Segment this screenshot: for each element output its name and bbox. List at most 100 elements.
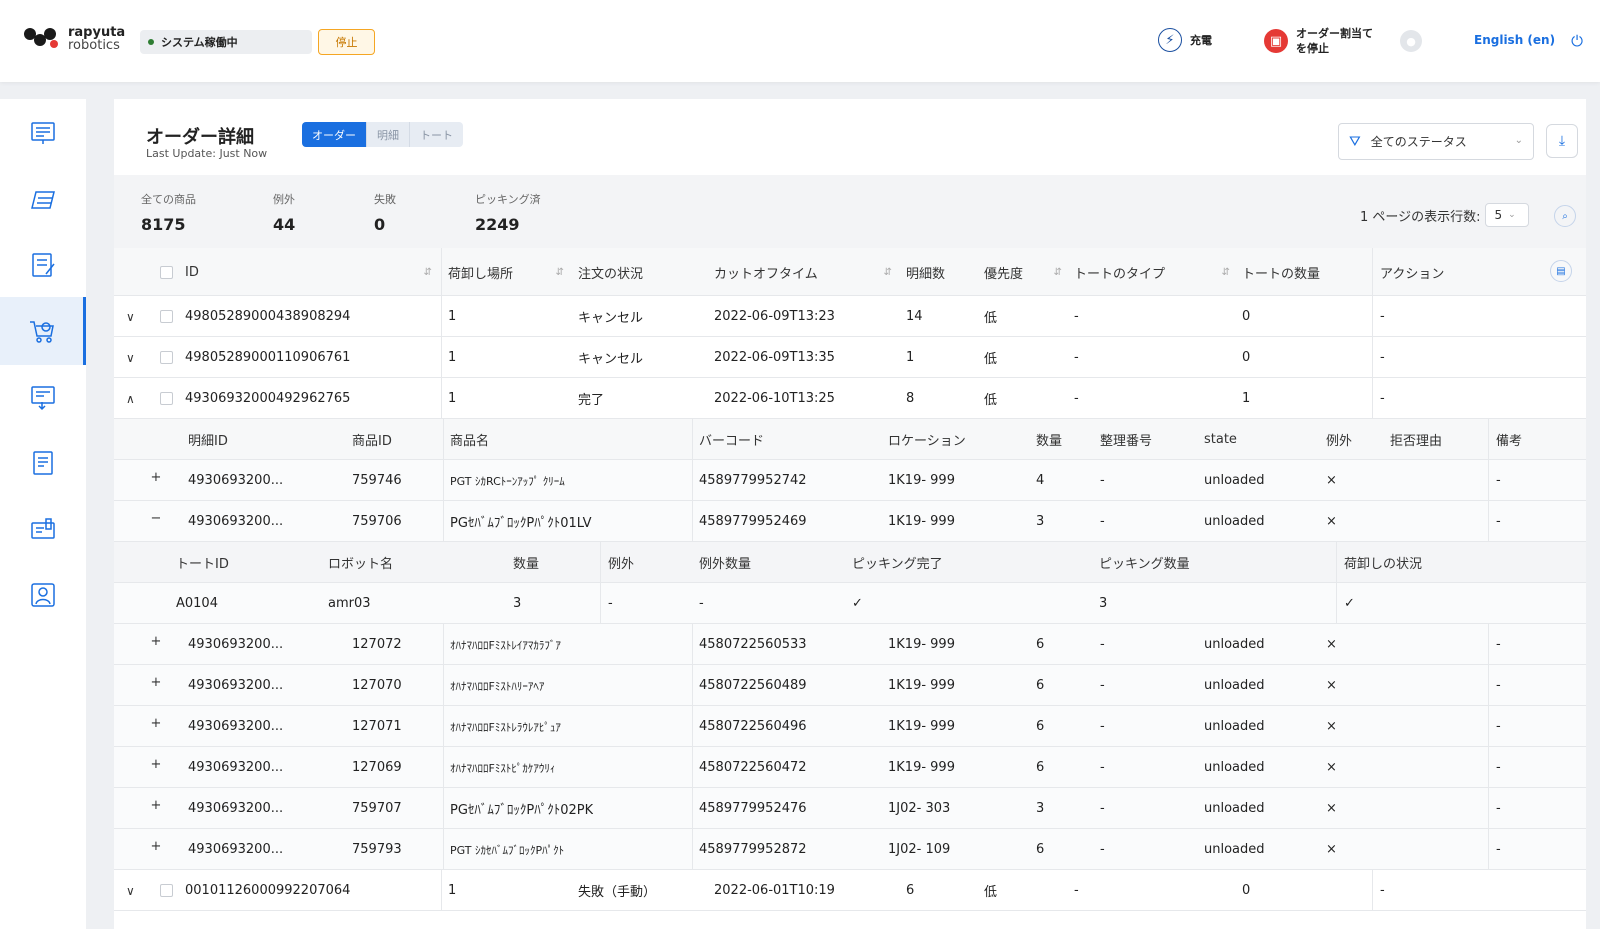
stat-total-value: 8175 — [141, 215, 186, 234]
nav-users[interactable] — [0, 561, 86, 629]
line-qty: 3 — [1036, 801, 1045, 816]
line-location: 1J02- 303 — [888, 801, 951, 816]
rows-per-page-select[interactable]: 5 ⌄ — [1484, 203, 1529, 227]
select-all-checkbox[interactable] — [160, 265, 173, 279]
col-dock[interactable]: 荷卸し場所 — [448, 248, 572, 296]
nav-orders[interactable] — [0, 297, 86, 365]
line-note: - — [1496, 637, 1501, 652]
row-checkbox[interactable] — [160, 884, 173, 897]
device-icon — [31, 518, 55, 539]
line-qty: 3 — [1036, 514, 1045, 529]
tote-row[interactable]: A0104 amr03 3 - - ✓ 3 ✓ — [114, 583, 1586, 624]
expand-chevron-icon[interactable]: ∨ — [126, 884, 135, 898]
search-button[interactable]: ⌕ — [1554, 205, 1576, 227]
col-id[interactable]: ID — [185, 248, 440, 296]
expand-chevron-icon[interactable]: ∨ — [126, 351, 135, 365]
bolt-icon: ⚡ — [1158, 28, 1182, 52]
line-row[interactable]: + 4930693200... 127069 ｵﾊﾅﾏﾊﾛﾛFﾐｽﾄﾋﾟｶｹｱｳ… — [114, 747, 1586, 788]
line-qty: 6 — [1036, 842, 1045, 857]
tote-exception: - — [608, 596, 613, 611]
nav-tasks[interactable] — [0, 231, 86, 299]
cart-icon — [29, 321, 54, 343]
warehouse-icon — [31, 191, 55, 209]
line-exception: × — [1326, 637, 1337, 652]
collapse-minus-icon[interactable]: − — [150, 512, 162, 525]
col-robot: ロボット名 — [328, 557, 394, 572]
expand-plus-icon[interactable]: + — [150, 471, 162, 484]
report-icon — [31, 386, 55, 411]
line-sku: 127070 — [352, 678, 402, 693]
order-row[interactable]: ∨ 4980528900011​0906761 1 キャンセル 2022-06-… — [114, 337, 1586, 378]
order-cutoff: 2022-06-01T10:19 — [714, 883, 835, 898]
status-filter-select[interactable]: ⛛ 全てのステータス ⌄ — [1338, 123, 1534, 160]
tab-lines[interactable]: 明細 — [367, 122, 410, 147]
line-sku: 127072 — [352, 637, 402, 652]
download-button[interactable]: ⤓ — [1546, 124, 1578, 158]
stat-picked: ピッキング済 2249 — [475, 191, 541, 234]
power-icon[interactable]: ⏻ — [1568, 32, 1586, 50]
row-checkbox[interactable] — [160, 351, 173, 364]
tote-subtable: トートID ロボット名 数量 例外 例外数量 ピッキング完了 ピッキング数量 荷… — [114, 542, 1586, 624]
stat-failed-label: 失敗 — [374, 193, 396, 206]
row-checkbox[interactable] — [160, 310, 173, 323]
charge-button[interactable]: ⚡ 充電 — [1158, 28, 1212, 52]
line-row[interactable]: + 4930693200... 127071 ｵﾊﾅﾏﾊﾛﾛFﾐｽﾄﾚﾗｳﾚｱﾋ… — [114, 706, 1586, 747]
col-priority[interactable]: 優先度 — [984, 248, 1070, 296]
order-cutoff: 2022-06-09T13:23 — [714, 309, 835, 324]
line-note: - — [1496, 760, 1501, 775]
order-row[interactable]: ∧ 49306932000492962765 1 完了 2022-06-10T1… — [114, 378, 1586, 419]
nav-reports[interactable] — [0, 363, 86, 431]
line-product-name: ｵﾊﾅﾏﾊﾛﾛFﾐｽﾄﾚﾗｳﾚｱﾋﾟｭｱ — [450, 720, 561, 734]
expand-plus-icon[interactable]: + — [150, 799, 162, 812]
expand-plus-icon[interactable]: + — [150, 676, 162, 689]
tab-order[interactable]: オーダー — [302, 122, 367, 147]
line-barcode: 4589779952469 — [699, 514, 807, 529]
document-icon — [33, 451, 53, 475]
line-qty: 6 — [1036, 678, 1045, 693]
line-row[interactable]: + 4930693200... 759793 PGT ｼｶｾﾊﾞﾑﾌﾞﾛｯｸPﾊ… — [114, 829, 1586, 870]
expand-plus-icon[interactable]: + — [150, 758, 162, 771]
col-tote-id: トートID — [176, 557, 229, 572]
expand-chevron-icon[interactable]: ∨ — [126, 310, 135, 324]
line-row[interactable]: + 4930693200... 759746 PGT ｼｶRCﾄｰﾝｱｯﾌﾟ ｸ… — [114, 460, 1586, 501]
line-id: 4930693200... — [188, 719, 284, 734]
order-row[interactable]: ∨ 49805289000438908294 1 キャンセル 2022-06-0… — [114, 296, 1586, 337]
tab-tote[interactable]: トート — [410, 122, 463, 147]
select-all[interactable] — [160, 248, 173, 296]
order-row[interactable]: ∨ 00101126000992207064 1 失敗（手動） 2022-06-… — [114, 870, 1586, 911]
expand-plus-icon[interactable]: + — [150, 635, 162, 648]
brand-logo[interactable]: rapyuta robotics — [24, 26, 125, 52]
nav-devices[interactable] — [0, 495, 86, 563]
tote-picking-done: ✓ — [852, 596, 863, 611]
col-action: アクション — [1380, 266, 1445, 282]
stop-assignment-button[interactable]: ▣ オーダー割当て を停止 — [1264, 26, 1373, 56]
line-ref: - — [1100, 801, 1105, 816]
col-state: state — [1204, 432, 1237, 447]
line-id: 4930693200... — [188, 842, 284, 857]
expand-plus-icon[interactable]: + — [150, 717, 162, 730]
col-lines: 明細数 — [906, 266, 946, 282]
nav-warehouse[interactable] — [0, 165, 86, 233]
system-stop-button[interactable]: 停止 — [318, 29, 375, 55]
line-row[interactable]: − 4930693200... 759706 PGｾﾊﾞﾑﾌﾞﾛｯｸPﾊﾟｸﾄ0… — [114, 501, 1586, 542]
language-switch[interactable]: English (en) — [1474, 33, 1555, 47]
col-tote-type[interactable]: トートのタイプ — [1074, 248, 1238, 296]
row-checkbox[interactable] — [160, 392, 173, 405]
order-id: 49805289000438908294 — [185, 309, 351, 324]
nav-documents[interactable] — [0, 429, 86, 497]
line-row[interactable]: + 4930693200... 127072 ｵﾊﾅﾏﾊﾛﾛFﾐｽﾄﾚｲｱﾏｶﾗ… — [114, 624, 1586, 665]
bell-icon[interactable]: ● — [1400, 30, 1422, 52]
expand-plus-icon[interactable]: + — [150, 840, 162, 853]
collapse-chevron-icon[interactable]: ∧ — [126, 392, 135, 406]
column-settings-icon[interactable]: ▤ — [1550, 260, 1572, 282]
line-row[interactable]: + 4930693200... 127070 ｵﾊﾅﾏﾊﾛﾛFﾐｽﾄﾊﾘｰｱﾍｱ… — [114, 665, 1586, 706]
col-cutoff[interactable]: カットオフタイム — [714, 248, 900, 296]
line-row[interactable]: + 4930693200... 759707 PGｾﾊﾞﾑﾌﾞﾛｯｸPﾊﾟｸﾄ0… — [114, 788, 1586, 829]
orders-table-header: ID 荷卸し場所 注文の状況 カットオフタイム 明細数 優先度 トートのタイプ … — [114, 248, 1586, 296]
nav-dashboard[interactable] — [0, 99, 86, 167]
col-picking-done: ピッキング完了 — [852, 557, 943, 572]
lines-header: 明細ID 商品ID 商品名 バーコード ロケーション 数量 整理番号 state… — [114, 419, 1586, 460]
logo-mark-icon — [24, 26, 60, 52]
stat-exception-value: 44 — [273, 215, 296, 234]
col-line-id: 明細ID — [188, 434, 228, 449]
